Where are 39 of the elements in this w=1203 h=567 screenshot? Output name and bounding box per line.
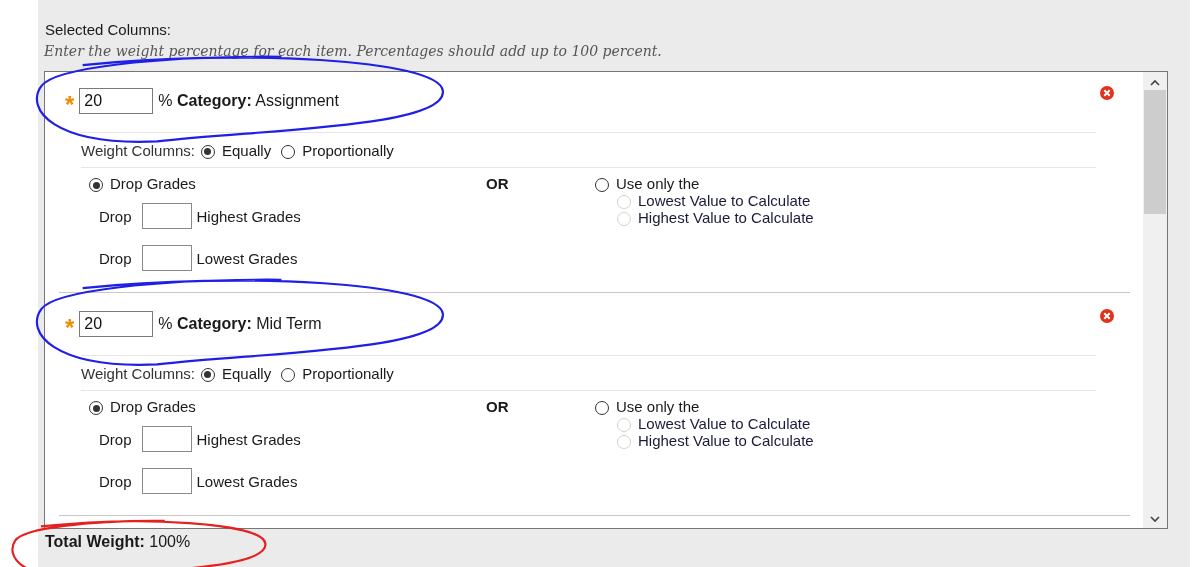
weight-radio[interactable]: Proportionally: [281, 364, 394, 382]
drop-grades-label: Lowest Grades: [196, 249, 298, 267]
or-label: OR: [486, 175, 509, 192]
use-only-radio[interactable]: Use only the: [595, 398, 1092, 415]
section-heading: Selected Columns:: [45, 20, 171, 40]
weight-radio[interactable]: Equally: [200, 141, 272, 159]
drop-grades-radio[interactable]: Drop Grades: [89, 175, 482, 192]
drop-label: Drop: [99, 207, 132, 225]
required-mark: *: [65, 313, 75, 338]
drop-grades-label: Highest Grades: [196, 207, 301, 225]
percent-field[interactable]: 20: [79, 88, 154, 114]
weight-radio[interactable]: Proportionally: [281, 141, 394, 159]
weight-radio[interactable]: Equally: [200, 364, 272, 382]
instructions-text: Enter the weight percentage for each item. Percentages should add up to 100 percent.: [44, 42, 662, 61]
drop-count-field[interactable]: [141, 203, 192, 229]
drop-count-field[interactable]: [141, 468, 192, 494]
drop-count-field[interactable]: [141, 245, 192, 271]
scroll-up-icon[interactable]: [1149, 78, 1161, 88]
percent-field[interactable]: 20: [79, 311, 154, 337]
required-mark: *: [65, 90, 75, 115]
drop-label: Drop: [99, 430, 132, 448]
drop-label: Drop: [99, 249, 132, 267]
scrollbar[interactable]: [1143, 72, 1167, 528]
drop-label: Drop: [99, 472, 132, 490]
drop-grades-radio[interactable]: Drop Grades: [89, 398, 482, 415]
or-label: OR: [486, 398, 509, 415]
category-title: % Category: Assignment: [158, 92, 339, 110]
scroll-down-icon[interactable]: [1149, 514, 1161, 524]
total-weight-text: Total Weight: 100%: [45, 533, 191, 551]
use-only-radio[interactable]: Use only the: [595, 175, 1092, 192]
drop-grades-label: Highest Grades: [196, 430, 301, 448]
category-title: % Category: Mid Term: [158, 315, 322, 333]
weight-columns-label: Weight Columns:: [81, 141, 195, 159]
scrollbar-thumb[interactable]: [1144, 90, 1166, 214]
close-icon[interactable]: [1100, 86, 1114, 100]
drop-count-field[interactable]: [141, 426, 192, 452]
drop-grades-label: Lowest Grades: [196, 472, 298, 490]
close-icon[interactable]: [1100, 309, 1114, 323]
weight-columns-label: Weight Columns:: [81, 364, 195, 382]
